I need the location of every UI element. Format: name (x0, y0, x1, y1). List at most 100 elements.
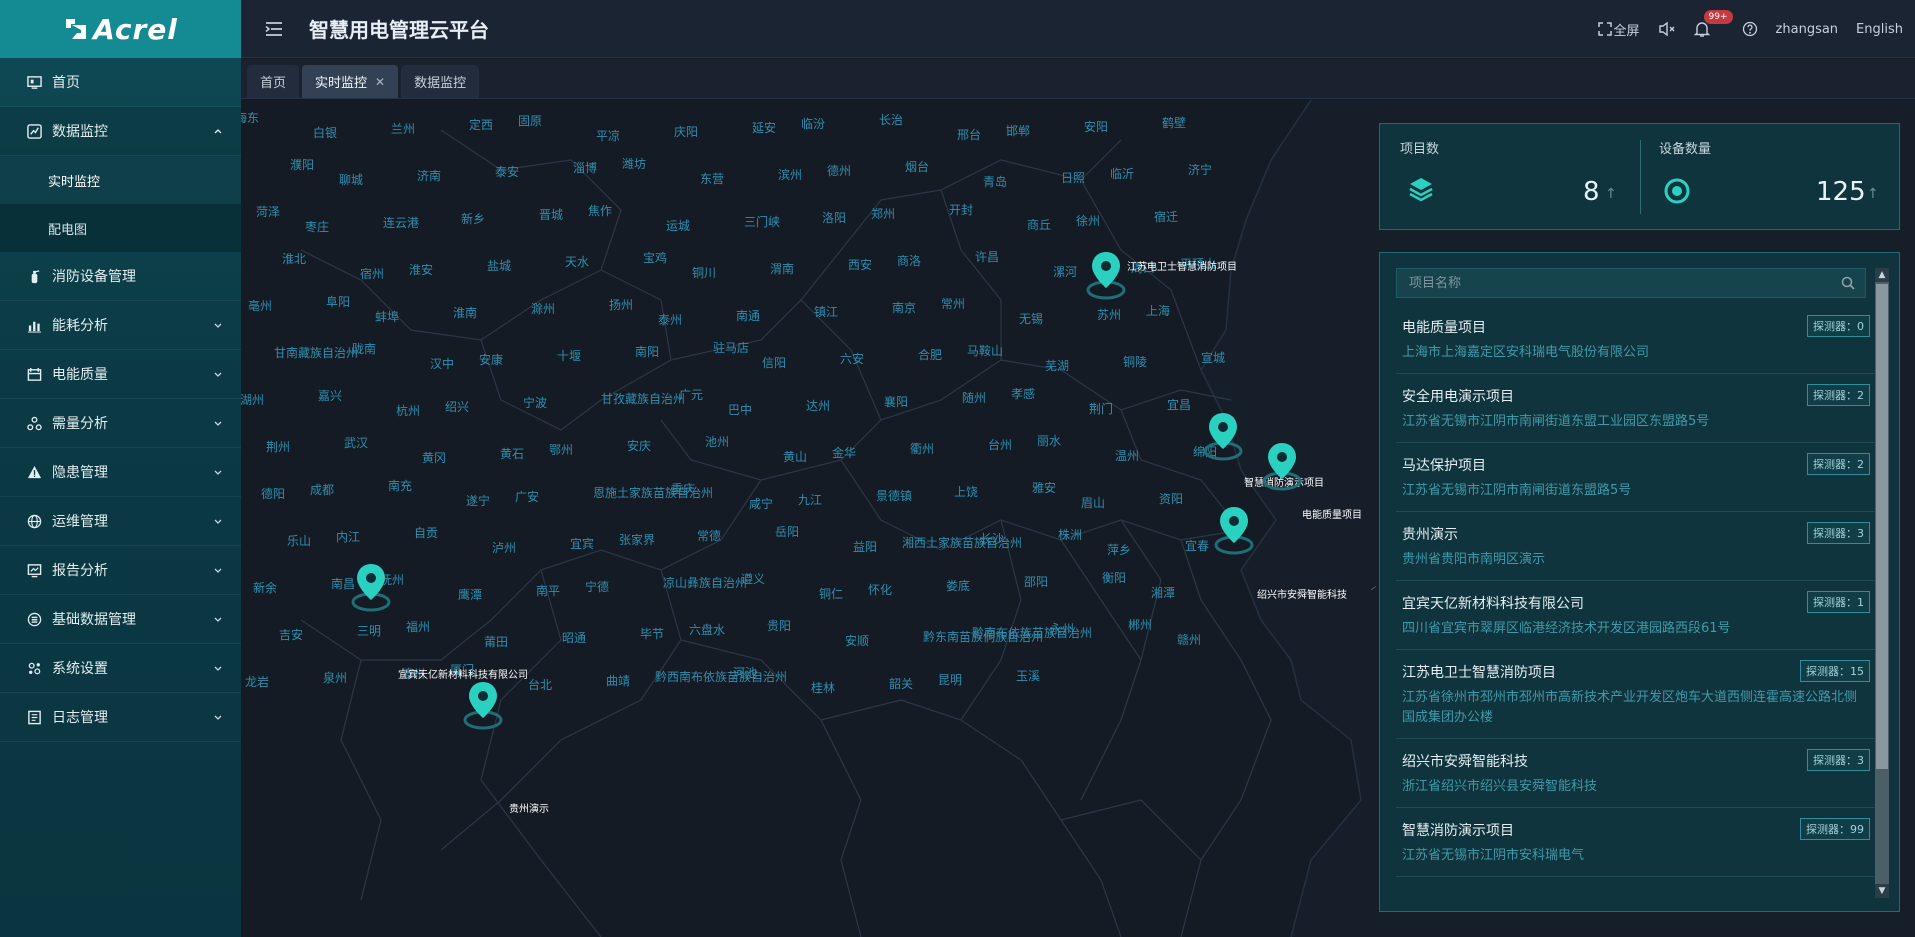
map-city-label: 扬州 (609, 298, 634, 312)
map-city-label: 池州 (705, 435, 730, 449)
project-list-item[interactable]: 智慧消防演示项目 江苏省无锡市江阴市安科瑞电气 探测器：99 (1396, 808, 1876, 877)
user-name[interactable]: zhangsan (1776, 22, 1839, 37)
map-city-label: 合肥 (918, 348, 943, 362)
project-name: 宜宾天亿新材料科技有限公司 (1402, 596, 1584, 612)
chevron-up-icon (214, 129, 222, 134)
map-city-label: 桂林 (811, 681, 836, 695)
project-list-item[interactable]: 马达保护项目 江苏省无锡市江阴市南闸街道东盟路5号 探测器：2 (1396, 443, 1876, 512)
sidebar-item-energy-analysis[interactable]: 能耗分析 (0, 301, 241, 350)
map-city-label: 滨州 (778, 168, 803, 182)
map-city-label: 荆州 (266, 440, 291, 454)
map-city-label: 淮安 (409, 263, 434, 277)
sidebar-item-fire-equipment[interactable]: 消防设备管理 (0, 252, 241, 301)
map-pin-icon[interactable] (1214, 505, 1254, 555)
tab-home[interactable]: 首页 (247, 65, 300, 98)
map-city-label: 延安 (752, 121, 777, 135)
project-name: 安全用电演示项目 (1402, 389, 1514, 405)
close-icon[interactable]: ✕ (375, 75, 385, 89)
map-city-label: 郑州 (871, 207, 896, 221)
map-city-label: 遂宁 (466, 494, 491, 508)
nodes-icon (26, 415, 42, 431)
map-city-label: 临汾 (801, 117, 826, 131)
project-list-item[interactable]: 安全用电演示项目 江苏省无锡市江阴市南闸街道东盟工业园区东盟路5号 探测器：2 (1396, 374, 1876, 443)
chevron-down-icon (214, 617, 222, 622)
map-city-label: 内江 (336, 530, 361, 544)
map-city-label: 南通 (736, 309, 761, 323)
tab-realtime-monitoring[interactable]: 实时监控 ✕ (302, 65, 399, 98)
detector-count-badge: 探测器：3 (1807, 522, 1870, 544)
sidebar-item-log-management[interactable]: 日志管理 (0, 693, 241, 742)
log-icon (26, 709, 42, 725)
map-city-label: 无锡 (1019, 312, 1044, 326)
map-city-label: 聊城 (339, 173, 364, 187)
sidebar-item-data-monitoring[interactable]: 数据监控 (0, 107, 241, 156)
project-name: 贵州演示 (1402, 527, 1458, 543)
sidebar-item-system-settings[interactable]: 系统设置 (0, 644, 241, 693)
language-switch[interactable]: English (1856, 22, 1903, 37)
map-city-label: 运城 (666, 219, 691, 233)
notification-button[interactable]: 99+ (1693, 10, 1733, 38)
help-icon[interactable] (1742, 21, 1758, 37)
map-city-label: 长治 (879, 113, 904, 127)
sidebar-item-home[interactable]: 首页 (0, 58, 241, 107)
map-city-label: 巴中 (728, 403, 753, 417)
sidebar-subitem-distribution-diagram[interactable]: 配电图 (0, 204, 241, 252)
detector-count-badge: 探测器：3 (1807, 749, 1870, 771)
sidebar-item-base-data[interactable]: 基础数据管理 (0, 595, 241, 644)
map-city-label: 韶关 (889, 677, 914, 691)
map-city-label: 徐州 (1076, 214, 1101, 228)
map-city-label: 宝鸡 (643, 251, 668, 265)
chevron-down-icon (214, 323, 222, 328)
project-list-item[interactable]: 宜宾天亿新材料科技有限公司 四川省宜宾市翠屏区临港经济技术开发区港园路西段61号 探… (1396, 581, 1876, 650)
map-city-label: 上饶 (954, 485, 979, 499)
map-city-label: 张家界 (619, 533, 656, 547)
scrollbar-thumb[interactable] (1876, 284, 1888, 769)
search-icon[interactable] (1841, 276, 1855, 290)
map-city-label: 三门峡 (744, 215, 781, 229)
sidebar-item-label: 首页 (52, 75, 80, 91)
scroll-up-icon[interactable]: ▲ (1875, 268, 1889, 282)
map-city-label: 绍兴 (445, 400, 470, 414)
map-pin-icon[interactable] (1262, 441, 1302, 491)
map-city-label: 芜湖 (1045, 359, 1070, 373)
sidebar-subitem-realtime-monitoring[interactable]: 实时监控 (0, 156, 241, 204)
project-list-item[interactable]: 电能质量项目 上海市上海嘉定区安科瑞电气股份有限公司 探测器：0 (1396, 305, 1876, 374)
fullscreen-button[interactable]: 全屏 (1597, 20, 1640, 39)
map-city-label: 天水 (565, 255, 590, 269)
map-city-label: 濮阳 (290, 158, 315, 172)
map-city-label: 湘潭 (1151, 586, 1176, 600)
tab-data-monitoring[interactable]: 数据监控 (401, 65, 480, 98)
map-city-label: 达州 (806, 399, 831, 413)
project-list-item[interactable]: 贵州演示 贵州省贵阳市南明区演示 探测器：3 (1396, 512, 1876, 581)
map-city-label: 福州 (406, 620, 431, 634)
map-pin-icon[interactable] (1203, 411, 1243, 461)
map-city-label: 新乡 (461, 212, 486, 226)
extinguisher-icon (26, 268, 42, 284)
sidebar-item-operations[interactable]: 运维管理 (0, 497, 241, 546)
project-list-item[interactable]: 绍兴市安舜智能科技 浙江省绍兴市绍兴县安舜智能科技 探测器：3 (1396, 739, 1876, 808)
project-list-item[interactable]: 江苏电卫士智慧消防项目 江苏省徐州市邳州市邳州市高新技术产业开发区炮车大道西侧连霍… (1396, 650, 1876, 739)
sidebar-item-power-quality[interactable]: 电能质量 (0, 350, 241, 399)
scroll-down-icon[interactable]: ▼ (1875, 884, 1889, 898)
map-city-label: 泰安 (495, 165, 520, 179)
menu-toggle-icon[interactable] (263, 18, 285, 40)
map-city-label: 贵阳 (767, 619, 792, 633)
mute-icon[interactable] (1658, 21, 1676, 37)
database-icon (26, 611, 42, 627)
layers-icon (1409, 178, 1433, 202)
map-city-label: 潍坊 (622, 157, 647, 171)
sidebar-item-hazard-management[interactable]: 隐患管理 (0, 448, 241, 497)
map-pin-icon[interactable] (1086, 250, 1126, 300)
scrollbar[interactable]: ▲ ▼ (1875, 268, 1889, 898)
project-name: 绍兴市安舜智能科技 (1402, 754, 1528, 770)
sidebar: Acrel 首页 数据监控 实时监控 配电图 消防设备管理 能耗分析 电能质量 … (0, 0, 241, 937)
search-input[interactable] (1397, 275, 1827, 291)
map-city-label: 德阳 (261, 487, 286, 501)
sidebar-item-report-analysis[interactable]: 报告分析 (0, 546, 241, 595)
map-pin-icon[interactable] (463, 680, 503, 730)
map-pin-icon[interactable] (351, 562, 391, 612)
logo-text: Acrel (93, 12, 178, 46)
map-city-label: 株洲 (1058, 528, 1083, 542)
sidebar-item-demand-analysis[interactable]: 需量分析 (0, 399, 241, 448)
stat-devices: 设备数量 125 ↑ (1641, 124, 1899, 229)
